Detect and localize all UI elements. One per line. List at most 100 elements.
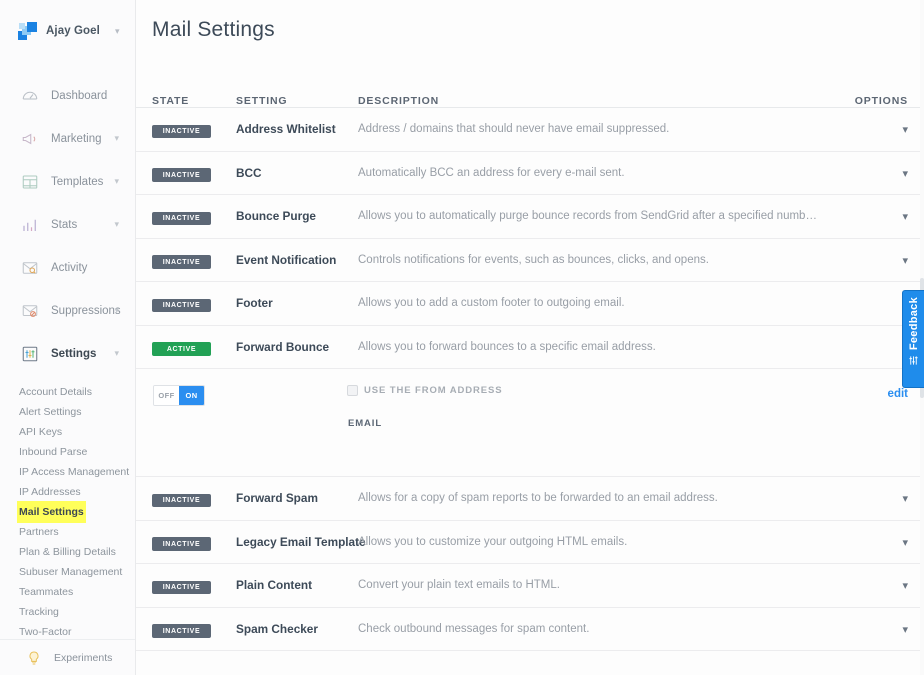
chevron-down-icon[interactable]: ▾ <box>902 581 908 592</box>
setting-name: Forward Spam <box>236 491 318 506</box>
chevron-down-icon[interactable]: ▾ <box>902 494 908 505</box>
sidebar-subitem-label: Account Details <box>19 386 92 398</box>
options-cell[interactable]: ▾ <box>822 576 908 594</box>
state-cell: INACTIVE <box>152 533 236 551</box>
sidebar-subitem-label: Partners <box>19 526 59 538</box>
options-cell[interactable]: ▾ <box>822 207 908 225</box>
options-cell[interactable]: ▾ <box>822 164 908 182</box>
sidebar-subitem-api-keys[interactable]: API Keys <box>0 421 135 441</box>
table-row[interactable]: INACTIVE Spam Checker Check outbound mes… <box>136 608 924 651</box>
status-badge: INACTIVE <box>152 168 211 182</box>
status-badge: INACTIVE <box>152 537 211 551</box>
chevron-down-icon[interactable]: ▾ <box>902 125 908 136</box>
sidebar-subitem-alert-settings[interactable]: Alert Settings <box>0 401 135 421</box>
column-header-description: DESCRIPTION <box>358 95 440 107</box>
page-title: Mail Settings <box>152 18 275 41</box>
setting-description: Allows you to forward bounces to a speci… <box>358 340 656 353</box>
status-badge: ACTIVE <box>152 342 211 356</box>
options-cell[interactable]: ▾ <box>822 489 908 507</box>
table-row[interactable]: INACTIVE BCC Automatically BCC an addres… <box>136 152 924 195</box>
sidebar-subitem-partners[interactable]: Partners <box>0 521 135 541</box>
sidebar-settings-submenu: Account Details Alert Settings API Keys … <box>0 381 135 653</box>
lightbulb-icon <box>24 648 43 667</box>
mail-settings-table: STATE SETTING DESCRIPTION OPTIONS INACTI… <box>136 82 924 651</box>
feedback-tab[interactable]: Feedback <box>902 290 924 388</box>
gauge-icon <box>20 86 39 105</box>
sidebar-item-dashboard[interactable]: Dashboard <box>0 74 135 117</box>
feedback-label: Feedback <box>907 297 920 351</box>
table-row[interactable]: INACTIVE Legacy Email Template Allows yo… <box>136 521 924 564</box>
sidebar-item-templates[interactable]: Templates ▾ <box>0 160 135 203</box>
state-cell: INACTIVE <box>152 576 236 595</box>
sidebar-subitem-label: IP Addresses <box>19 486 81 498</box>
status-badge: INACTIVE <box>152 124 211 139</box>
options-cell[interactable]: ▾ <box>822 251 908 269</box>
setting-name: BCC <box>236 165 262 180</box>
sidebar-subitem-teammates[interactable]: Teammates <box>0 581 135 601</box>
sidebar-subitem-plan-billing-details[interactable]: Plan & Billing Details <box>0 541 135 561</box>
sidebar-subitem-label: Subuser Management <box>19 566 123 578</box>
checkbox-icon[interactable] <box>347 385 358 396</box>
chevron-down-icon[interactable]: ▾ <box>902 624 908 636</box>
toggle-on-label[interactable]: ON <box>179 386 204 405</box>
sidebar-item-settings[interactable]: Settings ▾ <box>0 332 135 375</box>
email-label: EMAIL <box>348 418 383 429</box>
account-name: Ajay Goel <box>46 25 100 37</box>
megaphone-icon <box>20 129 39 148</box>
chevron-down-icon[interactable]: ▾ <box>902 212 908 223</box>
chevron-down-icon[interactable]: ▾ <box>902 168 908 180</box>
state-cell: ACTIVE <box>152 338 236 356</box>
table-row[interactable]: INACTIVE Address Whitelist Address / dom… <box>136 108 924 152</box>
options-cell[interactable]: ▾ <box>822 533 908 551</box>
options-cell[interactable]: ▾ <box>822 338 908 356</box>
sidebar-subitem-subuser-management[interactable]: Subuser Management <box>0 561 135 581</box>
account-switcher[interactable]: Ajay Goel ▾ <box>0 0 135 62</box>
email-field-row: EMAIL <box>347 418 888 429</box>
sidebar-subitem-account-details[interactable]: Account Details <box>0 381 135 401</box>
setting-description: Convert your plain text emails to HTML. <box>358 579 560 592</box>
sidebar-subitem-ip-addresses[interactable]: IP Addresses <box>0 481 135 501</box>
envelope-block-icon <box>20 301 39 320</box>
state-cell: INACTIVE <box>152 294 236 313</box>
state-cell: INACTIVE <box>152 120 236 139</box>
sidebar-item-experiments[interactable]: Experiments <box>0 639 135 675</box>
app-root: Ajay Goel ▾ Dashboard Marketing ▾ Templa… <box>0 0 924 675</box>
envelope-search-icon <box>20 258 39 277</box>
sidebar-subitem-label: Inbound Parse <box>19 446 88 458</box>
sidebar-subitem-inbound-parse[interactable]: Inbound Parse <box>0 441 135 461</box>
sidebar-item-activity[interactable]: Activity <box>0 246 135 289</box>
sidebar-subitem-ip-access-management[interactable]: IP Access Management <box>0 461 135 481</box>
status-badge: INACTIVE <box>152 580 211 595</box>
table-row[interactable]: ACTIVE Forward Bounce Allows you to forw… <box>136 326 924 369</box>
sidebar-subitem-label: Mail Settings <box>17 501 86 523</box>
use-from-address-row[interactable]: USE THE FROM ADDRESS <box>347 385 888 396</box>
table-row[interactable]: INACTIVE Footer Allows you to add a cust… <box>136 282 924 326</box>
main-content: Mail Settings STATE SETTING DESCRIPTION … <box>136 0 924 675</box>
setting-description: Allows you to add a custom footer to out… <box>358 297 625 310</box>
sidebar-item-label: Activity <box>51 261 88 274</box>
forward-bounce-toggle[interactable]: OFF ON <box>153 385 205 406</box>
sidebar-nav: Dashboard Marketing ▾ Templates ▾ Stats … <box>0 74 135 375</box>
options-cell[interactable]: ▾ <box>822 294 908 312</box>
table-row[interactable]: INACTIVE Plain Content Convert your plai… <box>136 564 924 608</box>
sidebar-item-label: Stats <box>51 218 78 231</box>
sidebar-item-stats[interactable]: Stats ▾ <box>0 203 135 246</box>
setting-name: Event Notification <box>236 252 337 267</box>
toggle-off-label[interactable]: OFF <box>154 386 179 405</box>
table-header: STATE SETTING DESCRIPTION OPTIONS <box>136 82 924 108</box>
table-row[interactable]: INACTIVE Forward Spam Allows for a copy … <box>136 477 924 521</box>
table-row[interactable]: INACTIVE Event Notification Controls not… <box>136 239 924 282</box>
chevron-down-icon[interactable]: ▾ <box>902 537 908 549</box>
status-badge: INACTIVE <box>152 211 211 226</box>
options-cell[interactable]: ▾ <box>822 620 908 638</box>
setting-description: Address / domains that should never have… <box>358 123 670 136</box>
sidebar-item-suppressions[interactable]: Suppressions ▾ <box>0 289 135 332</box>
table-row[interactable]: INACTIVE Bounce Purge Allows you to auto… <box>136 195 924 239</box>
column-header-setting: SETTING <box>236 95 288 107</box>
sidebar-subitem-mail-settings[interactable]: Mail Settings <box>0 501 135 523</box>
sidebar-item-label: Experiments <box>54 651 113 664</box>
chevron-down-icon[interactable]: ▾ <box>902 255 908 267</box>
sidebar-subitem-tracking[interactable]: Tracking <box>0 601 135 621</box>
options-cell[interactable]: ▾ <box>822 120 908 138</box>
sidebar-item-marketing[interactable]: Marketing ▾ <box>0 117 135 160</box>
